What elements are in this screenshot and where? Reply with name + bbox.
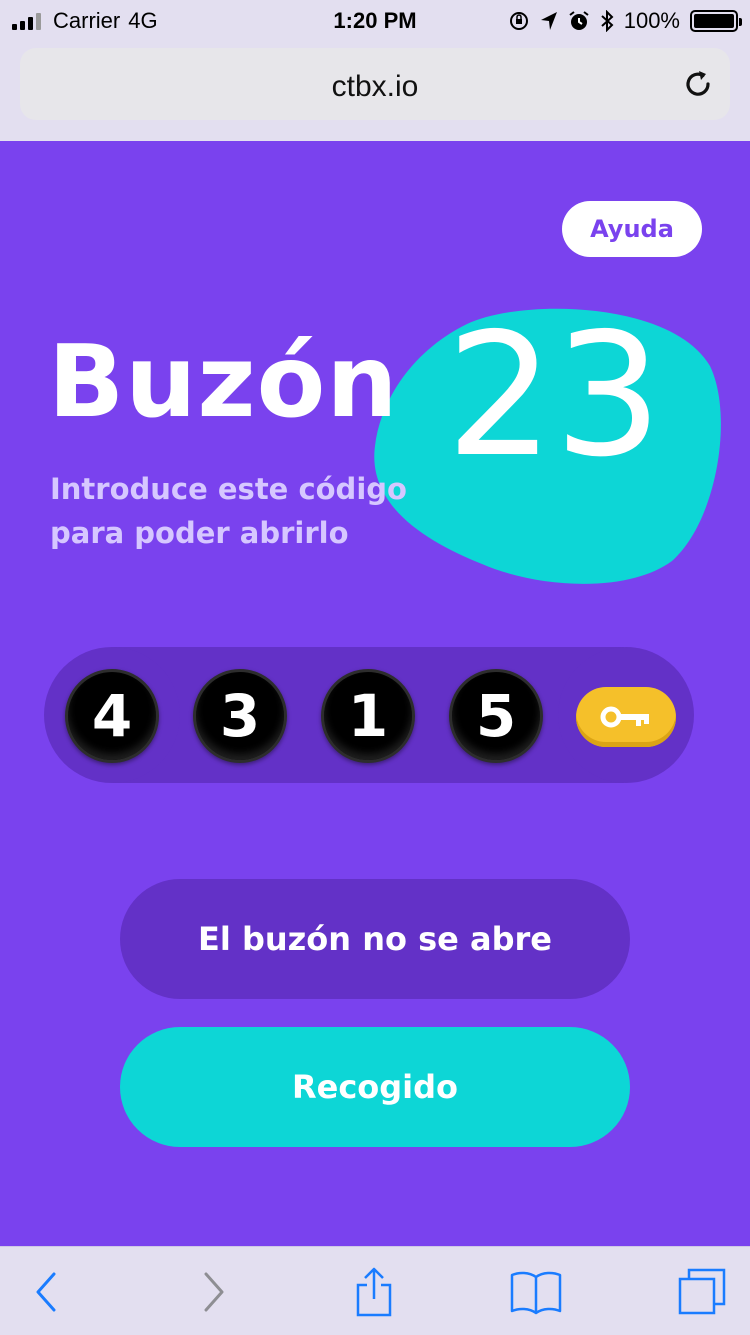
reload-icon[interactable]: [680, 66, 716, 102]
bookmarks-button[interactable]: [508, 1267, 564, 1317]
instructions-line-1: Introduce este código: [50, 472, 407, 506]
bluetooth-icon: [601, 10, 614, 32]
forward-button[interactable]: [186, 1267, 242, 1317]
status-right: 100%: [508, 8, 742, 34]
status-bar: Carrier 4G 1:20 PM 100%: [0, 0, 750, 40]
main-content: Ayuda Buzón 23 Introduce este código par…: [0, 141, 750, 1246]
code-display: 4 3 1 5: [44, 647, 694, 783]
forward-icon: [204, 1272, 224, 1312]
code-digit-4: 5: [449, 669, 543, 763]
alarm-icon: [569, 11, 589, 30]
share-button[interactable]: [346, 1267, 402, 1317]
battery-percent: 100%: [623, 8, 680, 33]
code-digit-3: 1: [321, 669, 415, 763]
mailbox-wont-open-button[interactable]: El buzón no se abre: [120, 879, 630, 999]
back-icon: [36, 1272, 56, 1312]
address-bar[interactable]: ctbx.io: [20, 48, 730, 120]
instructions-line-2: para poder abrirlo: [50, 516, 349, 550]
code-digit-2: 3: [193, 669, 287, 763]
location-icon: [540, 12, 557, 30]
browser-toolbar: [0, 1246, 750, 1335]
back-button[interactable]: [18, 1267, 74, 1317]
page-title: Buzón: [48, 323, 399, 440]
tabs-icon: [678, 1268, 726, 1315]
tabs-button[interactable]: [674, 1267, 730, 1317]
mailbox-number: 23: [446, 297, 663, 495]
help-button[interactable]: Ayuda: [562, 201, 702, 257]
key-icon: [600, 706, 649, 728]
battery-icon: [690, 10, 742, 32]
code-digit-1: 4: [65, 669, 159, 763]
bookmarks-icon: [510, 1271, 562, 1315]
browser-chrome: ctbx.io: [0, 40, 750, 141]
instructions-text: Introduce este código para poder abrirlo: [50, 467, 430, 555]
unlock-key-button[interactable]: [576, 687, 676, 747]
share-icon: [356, 1267, 392, 1317]
url-text[interactable]: ctbx.io: [20, 70, 730, 104]
orientation-lock-icon: [509, 12, 528, 30]
collected-button[interactable]: Recogido: [120, 1027, 630, 1147]
